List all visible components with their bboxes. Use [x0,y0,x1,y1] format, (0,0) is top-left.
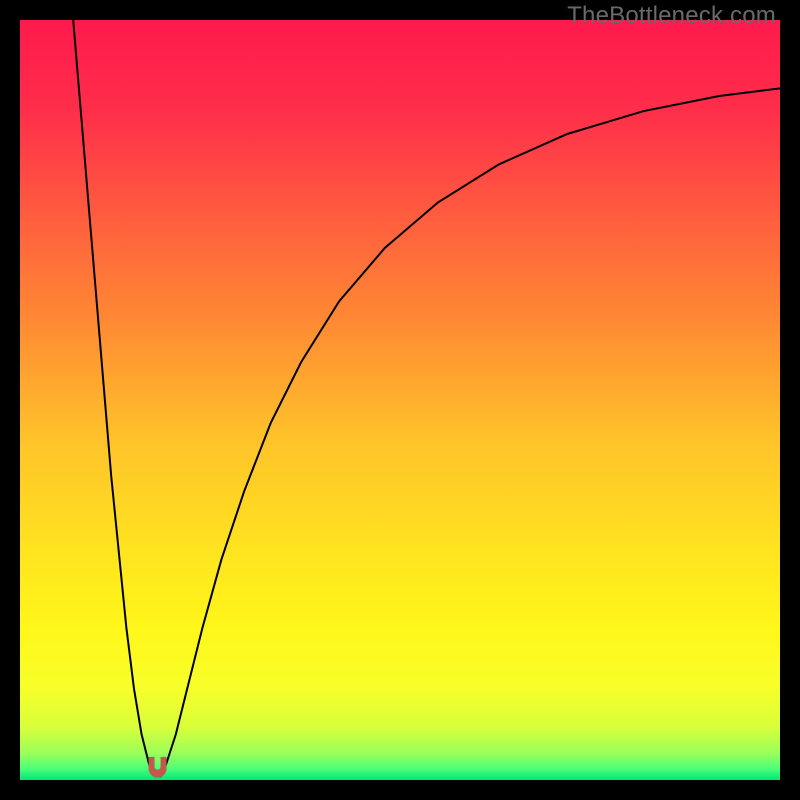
gradient-background [20,20,780,780]
chart-frame [20,20,780,780]
watermark-text: TheBottleneck.com [567,2,776,30]
chart-svg [20,20,780,780]
